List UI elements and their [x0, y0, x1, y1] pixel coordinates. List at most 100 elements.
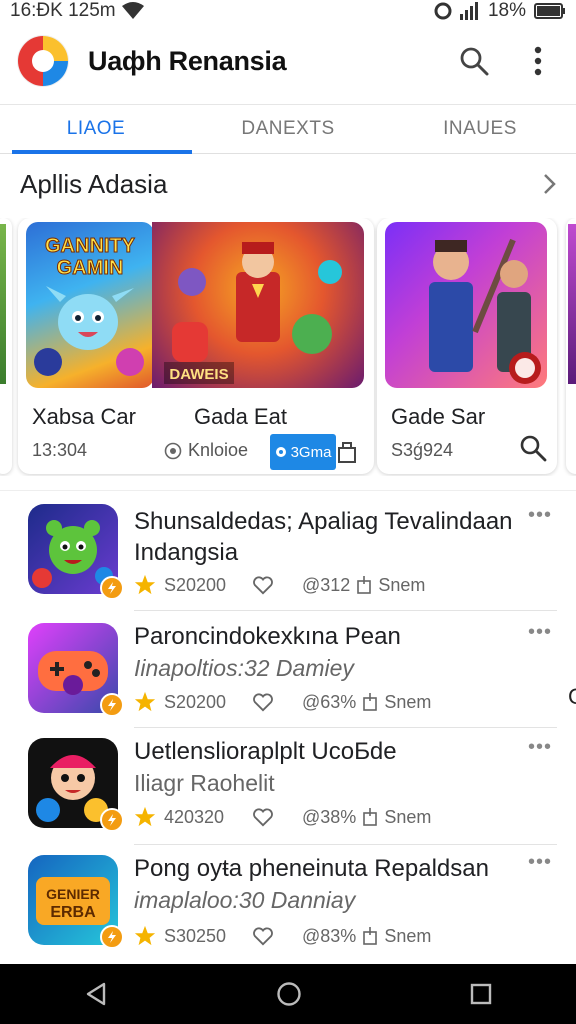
app-rating: 420320: [164, 806, 225, 827]
pill-label: 3Gma: [290, 443, 332, 461]
bolt-icon: [108, 931, 116, 943]
featured-card[interactable]: GANNITY GAMIN DAWEIS Xabsa Car 13:304 Ga…: [18, 218, 374, 474]
featured-carousel[interactable]: GANNITY GAMIN DAWEIS Xabsa Car 13:304 Ga…: [0, 218, 576, 476]
section-title: Apllis Adasia: [20, 168, 168, 199]
card-artwork-3: [385, 222, 547, 388]
app-name: Paroncindokexkına Pean: [134, 623, 401, 650]
app-rating: S30250: [164, 925, 227, 946]
battery-percent: 18%: [487, 0, 526, 21]
app-size: Snem: [384, 691, 432, 712]
heart-icon[interactable]: [252, 807, 274, 827]
search-button[interactable]: [454, 41, 494, 81]
home-icon[interactable]: [276, 981, 302, 1007]
more-options-button[interactable]: •••: [528, 851, 552, 874]
install-pill-button[interactable]: 3Gma: [270, 434, 336, 470]
card-artwork-2: DAWEIS: [152, 222, 364, 388]
app-badge: [100, 808, 124, 832]
card-title: Xabsa Car: [32, 404, 136, 429]
row-separator: [134, 727, 557, 728]
overflow-menu-button[interactable]: [518, 41, 558, 81]
app-name: Pong oyŧa pheneinuta Repaldsan: [134, 855, 489, 882]
star-icon: [134, 574, 156, 595]
back-icon[interactable]: [84, 982, 108, 1006]
tab-danexts[interactable]: DANEXTS: [192, 105, 384, 153]
list-item[interactable]: Paroncindokexkına Pean Iinapoltios:32 Da…: [0, 613, 576, 728]
wifi-icon: [121, 2, 144, 19]
card-art-subtitle: GAMIN: [57, 257, 124, 279]
app-size: Snem: [384, 806, 432, 827]
download-icon: [357, 576, 372, 594]
tab-liaoe[interactable]: LIAOE: [0, 105, 192, 154]
app-percent: @83%: [302, 925, 357, 946]
app-badge: [100, 576, 124, 600]
card-meta: 13:304: [32, 440, 88, 460]
card-publisher: Knloioe: [164, 440, 248, 461]
alarm-icon: [434, 2, 452, 20]
app-name: Uetlenslioraplplt UcoƂde: [134, 738, 397, 765]
list-item[interactable]: Uetlenslioraplplt UcoƂde Iliagr Raohelit…: [0, 730, 576, 845]
section-header[interactable]: Apllis Adasia: [0, 166, 576, 202]
app-percent: @312: [302, 574, 351, 595]
bag-icon[interactable]: [336, 440, 358, 464]
heart-icon[interactable]: [252, 926, 274, 946]
system-nav-bar: [0, 964, 576, 1024]
app-stats: 420320 @38% Snem: [134, 806, 431, 828]
card-meta: Knloioe: [188, 440, 249, 460]
download-icon: [363, 693, 378, 711]
app-rating: S20200: [164, 691, 227, 712]
app-percent: @63%: [302, 691, 357, 712]
tab-bar: LIAOE DANEXTS INAUES: [0, 104, 576, 154]
bolt-icon: [108, 814, 116, 826]
row-separator: [134, 844, 557, 845]
list-item[interactable]: GENIER ERBA Pong oyŧa pheneinuta Repalds…: [0, 847, 576, 961]
partial-card-right[interactable]: [566, 218, 576, 474]
app-title: Uaфh Renansia: [88, 45, 287, 76]
app-subtitle: Iliagr Raohelit: [134, 770, 275, 796]
status-time: 16:ÐK 125m: [10, 0, 116, 21]
edge-fragment: C: [568, 684, 576, 709]
app-bar: Uaфh Renansia: [0, 26, 576, 96]
heart-icon[interactable]: [252, 575, 274, 595]
download-icon: [363, 808, 378, 826]
svg-text:ERBA: ERBA: [50, 904, 96, 921]
status-bar: 16:ÐK 125m 18%: [0, 0, 576, 22]
download-icon: [363, 927, 378, 945]
signal-icon: [459, 2, 478, 20]
more-options-button[interactable]: •••: [528, 621, 552, 644]
search-icon[interactable]: [519, 434, 547, 462]
app-name: Shunsaldedas; Apaliag Tevalindaan Indang…: [134, 508, 513, 566]
more-options-button[interactable]: •••: [528, 504, 552, 527]
battery-icon: [534, 3, 565, 19]
search-icon: [460, 47, 489, 76]
partial-card-left[interactable]: [0, 218, 12, 474]
app-logo: [18, 36, 68, 86]
bolt-icon: [108, 582, 116, 594]
app-stats: S20200 @63% Snem: [134, 691, 431, 713]
app-badge: [100, 925, 124, 949]
card-title: Gada Eat: [194, 404, 287, 429]
app-stats: S20200 @312 Snem: [134, 574, 425, 596]
app-badge: [100, 693, 124, 717]
heart-icon[interactable]: [252, 692, 274, 712]
card-art-title: GANNITY: [45, 235, 136, 257]
publisher-icon: [164, 442, 182, 459]
chevron-right-icon[interactable]: [542, 173, 556, 195]
app-subtitle: imaplaloo:30 Danniay: [134, 887, 356, 913]
more-options-button[interactable]: •••: [528, 736, 552, 759]
svg-text:GENIER: GENIER: [46, 886, 100, 902]
app-stats: S30250 @83% Snem: [134, 925, 431, 947]
featured-card[interactable]: Gade Sar S3ǵ924: [377, 218, 557, 474]
more-vert-icon: [534, 46, 542, 76]
card-artwork-1: GANNITY GAMIN: [26, 222, 154, 388]
star-icon: [134, 925, 156, 946]
section-divider: [0, 490, 576, 491]
app-percent: @38%: [302, 806, 357, 827]
bolt-icon: [108, 699, 116, 711]
star-icon: [134, 691, 156, 712]
card-meta: S3ǵ924: [391, 440, 454, 460]
app-rating: S20200: [164, 574, 227, 595]
star-icon: [134, 806, 156, 827]
list-item[interactable]: Shunsaldedas; Apaliag Tevalindaan Indang…: [0, 496, 576, 611]
tab-inaues[interactable]: INAUES: [384, 105, 576, 153]
recents-icon[interactable]: [470, 983, 492, 1005]
